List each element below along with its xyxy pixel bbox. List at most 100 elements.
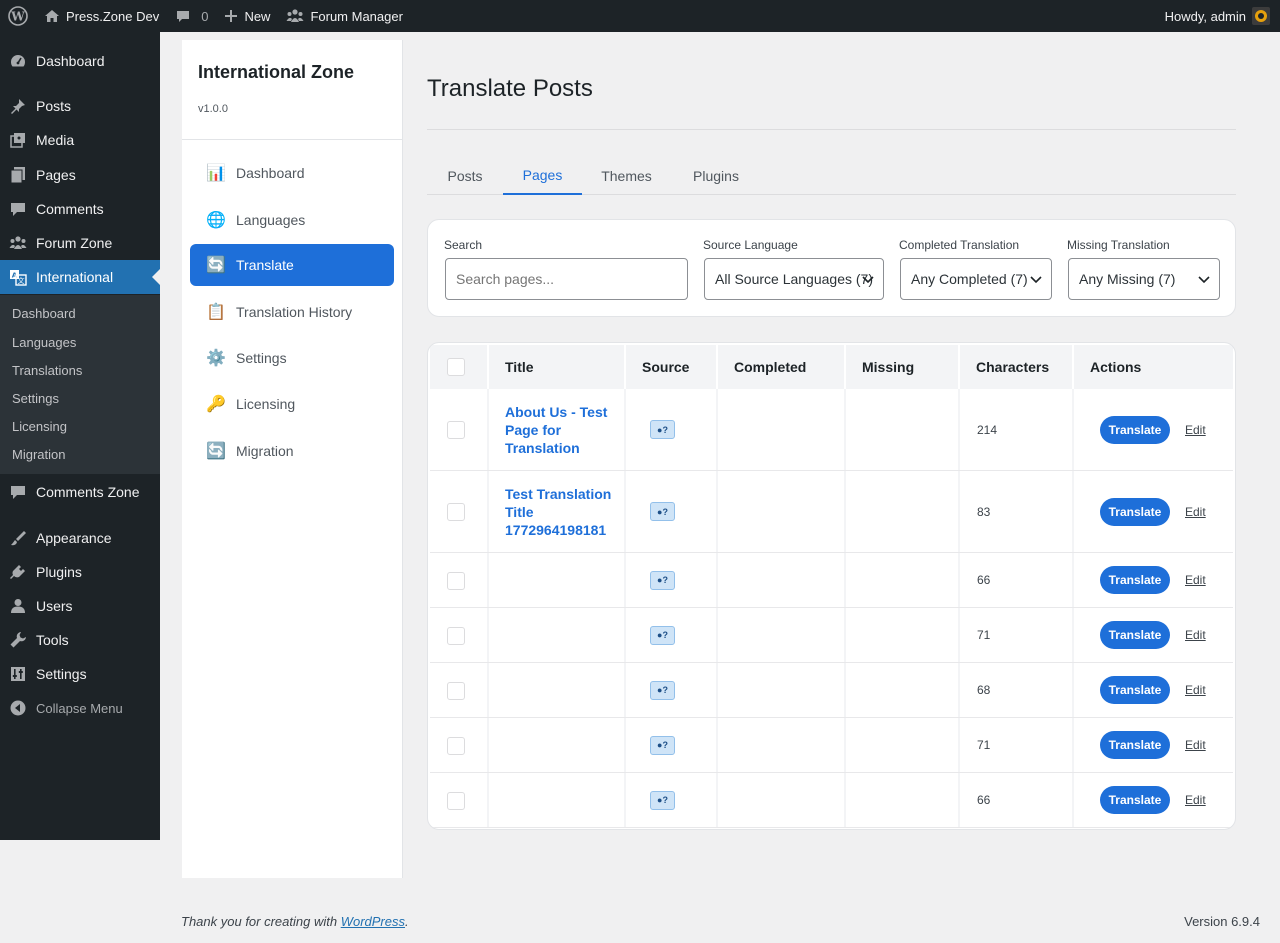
menu-label: Forum Zone [36, 235, 113, 251]
edit-link[interactable]: Edit [1185, 628, 1206, 642]
row-checkbox[interactable] [447, 503, 465, 521]
menu-settings[interactable]: Settings [0, 657, 160, 691]
menu-media[interactable]: Media [0, 123, 160, 157]
site-name-link[interactable]: Press.Zone Dev [36, 0, 167, 32]
chevron-down-icon [1198, 276, 1210, 284]
nav-label: Languages [236, 212, 306, 228]
pages-table: Title Source Completed Missing Character… [427, 342, 1236, 830]
translate-button[interactable]: Translate [1100, 497, 1170, 526]
forum-manager-link[interactable]: Forum Manager [278, 0, 410, 32]
table-header: Title Source Completed Missing Character… [430, 345, 1233, 389]
nav-languages[interactable]: 🌐 Languages [190, 199, 394, 241]
translation-icon: A文 [8, 267, 28, 287]
row-characters: 66 [977, 793, 991, 807]
globe-icon: 🌐 [206, 212, 226, 229]
row-checkbox[interactable] [447, 572, 465, 590]
comments-count: 0 [201, 8, 209, 24]
collapse-menu-button[interactable]: Collapse Menu [0, 691, 160, 725]
plus-icon [224, 9, 238, 23]
new-content-link[interactable]: New [216, 0, 278, 32]
howdy-text: Howdy, admin [1164, 8, 1246, 24]
dashboard-gauge-icon [8, 51, 28, 71]
menu-dashboard[interactable]: Dashboard [0, 44, 160, 78]
menu-label: Posts [36, 98, 72, 114]
translate-button[interactable]: Translate [1100, 731, 1170, 759]
post-type-tabs: Posts Pages Themes Plugins [427, 156, 1236, 195]
edit-link[interactable]: Edit [1185, 738, 1206, 752]
nav-translate[interactable]: 🔄 Translate [190, 244, 394, 286]
tab-posts[interactable]: Posts [427, 156, 503, 195]
nav-dashboard[interactable]: 📊 Dashboard [190, 152, 394, 194]
submenu-translations[interactable]: Translations [12, 363, 82, 378]
column-missing[interactable]: Missing [846, 345, 960, 389]
menu-plugins[interactable]: Plugins [0, 555, 160, 589]
column-source[interactable]: Source [626, 345, 718, 389]
edit-link[interactable]: Edit [1185, 423, 1206, 437]
my-account-link[interactable]: Howdy, admin [1157, 0, 1280, 32]
submenu-migration[interactable]: Migration [12, 447, 65, 462]
column-characters[interactable]: Characters [960, 345, 1074, 389]
tab-themes[interactable]: Themes [582, 156, 671, 195]
wordpress-link[interactable]: WordPress [341, 914, 405, 929]
nav-settings[interactable]: ⚙️ Settings [190, 337, 394, 379]
avatar [1252, 7, 1270, 25]
refresh-icon: 🔄 [206, 443, 226, 460]
edit-link[interactable]: Edit [1185, 573, 1206, 587]
menu-label: Tools [36, 632, 69, 648]
groups-icon [286, 8, 304, 24]
menu-forum-zone[interactable]: Forum Zone [0, 226, 160, 260]
edit-link[interactable]: Edit [1185, 505, 1206, 519]
tab-plugins[interactable]: Plugins [671, 156, 761, 195]
menu-posts[interactable]: Posts [0, 89, 160, 123]
row-checkbox[interactable] [447, 627, 465, 645]
nav-label: Dashboard [236, 165, 305, 181]
submenu-dashboard[interactable]: Dashboard [12, 306, 76, 321]
missing-translation-select[interactable]: Any Missing (7) [1068, 258, 1220, 300]
nav-translation-history[interactable]: 📋 Translation History [190, 291, 394, 333]
row-title-link[interactable]: About Us - Test Page for Translation [505, 403, 615, 457]
row-checkbox[interactable] [447, 421, 465, 439]
nav-label: Translation History [236, 304, 353, 320]
column-completed[interactable]: Completed [718, 345, 846, 389]
source-language-badge: ●? [650, 420, 675, 439]
plugin-version: v1.0.0 [198, 103, 228, 115]
header-checkbox-cell [430, 345, 489, 389]
row-checkbox[interactable] [447, 737, 465, 755]
column-title[interactable]: Title [489, 345, 626, 389]
menu-users[interactable]: Users [0, 589, 160, 623]
menu-appearance[interactable]: Appearance [0, 521, 160, 555]
edit-link[interactable]: Edit [1185, 683, 1206, 697]
admin-bar: W Press.Zone Dev 0 New Forum Manager How… [0, 0, 1280, 32]
submenu-languages[interactable]: Languages [12, 335, 76, 350]
submenu-settings[interactable]: Settings [12, 391, 59, 406]
row-title-link[interactable]: Test Translation Title 1772964198181 [505, 485, 615, 539]
nav-licensing[interactable]: 🔑 Licensing [190, 383, 394, 425]
menu-label: Appearance [36, 530, 112, 546]
translate-button[interactable]: Translate [1100, 786, 1170, 814]
menu-comments-zone[interactable]: Comments Zone [0, 475, 160, 509]
tab-pages[interactable]: Pages [503, 156, 582, 195]
completed-translation-select[interactable]: Any Completed (7) [900, 258, 1052, 300]
footer-thanks-suffix: . [405, 914, 409, 929]
table-row: About Us - Test Page for Translation ●? 21… [430, 389, 1233, 471]
translate-button[interactable]: Translate [1100, 415, 1170, 444]
translate-button[interactable]: Translate [1100, 676, 1170, 704]
select-all-checkbox[interactable] [447, 358, 465, 376]
menu-international[interactable]: A文 International [0, 260, 160, 294]
comments-link[interactable]: 0 [167, 0, 216, 32]
menu-tools[interactable]: Tools [0, 623, 160, 657]
menu-comments[interactable]: Comments [0, 192, 160, 226]
translate-button[interactable]: Translate [1100, 621, 1170, 649]
wordpress-logo-icon[interactable]: W [0, 0, 36, 32]
translate-button[interactable]: Translate [1100, 566, 1170, 594]
row-checkbox[interactable] [447, 682, 465, 700]
search-input[interactable]: Search pages... [445, 258, 688, 300]
nav-migration[interactable]: 🔄 Migration [190, 430, 394, 472]
menu-pages[interactable]: Pages [0, 158, 160, 192]
source-language-select[interactable]: All Source Languages (7) [704, 258, 884, 300]
row-checkbox[interactable] [447, 792, 465, 810]
search-label: Search [444, 238, 483, 252]
submenu-licensing[interactable]: Licensing [12, 419, 67, 434]
edit-link[interactable]: Edit [1185, 793, 1206, 807]
collapse-arrow-icon [8, 698, 28, 718]
